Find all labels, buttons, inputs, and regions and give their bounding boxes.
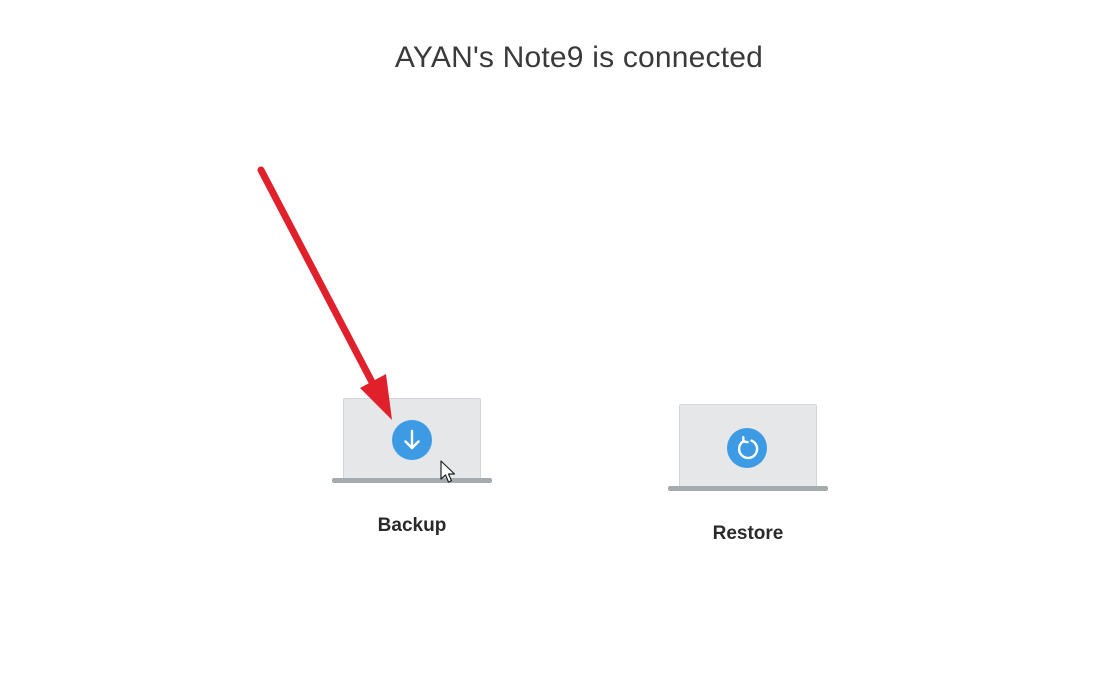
device-connected-screen: AYAN's Note9 is connected Backup Restore bbox=[0, 0, 1112, 688]
restore-button[interactable]: Restore bbox=[668, 404, 828, 544]
download-arrow-icon bbox=[392, 420, 432, 460]
page-title: AYAN's Note9 is connected bbox=[394, 41, 764, 74]
backup-button[interactable]: Backup bbox=[332, 398, 492, 538]
laptop-base bbox=[332, 478, 492, 483]
restore-label: Restore bbox=[712, 523, 784, 544]
laptop-base bbox=[668, 486, 828, 491]
backup-label: Backup bbox=[377, 515, 447, 536]
annotation-arrow-icon bbox=[257, 166, 392, 420]
restore-circular-arrow-icon bbox=[727, 428, 767, 468]
